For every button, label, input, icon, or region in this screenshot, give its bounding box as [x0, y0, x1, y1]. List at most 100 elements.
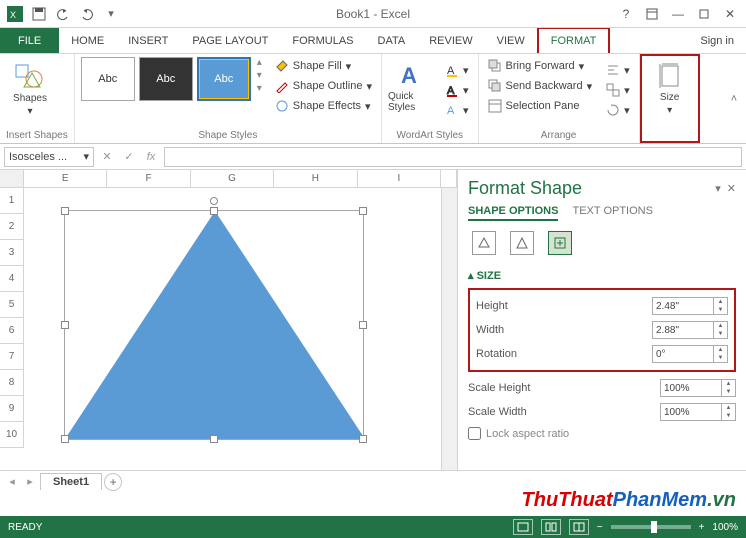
style-swatch-white[interactable]: Abc	[81, 57, 135, 101]
normal-view-button[interactable]	[513, 519, 533, 535]
tab-formulas[interactable]: FORMULAS	[280, 28, 365, 53]
rotation-input[interactable]: 0°▲▼	[652, 345, 728, 363]
tab-page-layout[interactable]: PAGE LAYOUT	[180, 28, 280, 53]
rotate-button[interactable]: ▾	[603, 101, 633, 119]
enter-formula-button[interactable]: ✓	[120, 148, 138, 166]
shapes-button[interactable]: Shapes ▾	[6, 57, 54, 117]
spin-up-icon[interactable]: ▲	[714, 298, 727, 306]
cell-grid[interactable]	[24, 188, 441, 470]
spin-up-icon[interactable]: ▲	[714, 346, 727, 354]
send-backward-button[interactable]: Send Backward▾	[485, 77, 596, 95]
text-outline-button[interactable]: A▾	[442, 81, 472, 99]
ribbon-options-button[interactable]	[642, 5, 662, 23]
collapse-ribbon-button[interactable]: ˄	[722, 54, 746, 143]
col-header[interactable]: I	[358, 170, 441, 188]
size-properties-icon[interactable]	[548, 231, 572, 255]
style-swatch-blue[interactable]: Abc	[197, 57, 251, 101]
spin-down-icon[interactable]: ▼	[722, 412, 735, 420]
sheet-nav-prev[interactable]: ◂	[4, 475, 20, 488]
gallery-down-icon[interactable]: ▾	[257, 70, 262, 81]
spin-up-icon[interactable]: ▲	[714, 322, 727, 330]
row-header[interactable]: 8	[0, 370, 24, 396]
scale-height-input[interactable]: 100%▲▼	[660, 379, 736, 397]
page-break-view-button[interactable]	[569, 519, 589, 535]
style-swatch-black[interactable]: Abc	[139, 57, 193, 101]
zoom-thumb[interactable]	[651, 521, 657, 533]
save-button[interactable]	[28, 3, 50, 25]
height-input[interactable]: 2.48"▲▼	[652, 297, 728, 315]
cancel-formula-button[interactable]: ✕	[98, 148, 116, 166]
zoom-slider[interactable]	[611, 525, 691, 529]
row-header[interactable]: 2	[0, 214, 24, 240]
resize-handle-nw[interactable]	[61, 207, 69, 215]
qat-dropdown-icon[interactable]: ▾	[100, 3, 122, 25]
zoom-level[interactable]: 100%	[712, 522, 738, 533]
resize-handle-w[interactable]	[61, 321, 69, 329]
col-header[interactable]: F	[107, 170, 190, 188]
row-header[interactable]: 7	[0, 344, 24, 370]
resize-handle-ne[interactable]	[359, 207, 367, 215]
panel-task-dropdown[interactable]: ▾	[715, 182, 721, 195]
rotation-handle[interactable]	[210, 197, 218, 205]
close-button[interactable]: ✕	[720, 5, 740, 23]
resize-handle-s[interactable]	[210, 435, 218, 443]
redo-button[interactable]	[76, 3, 98, 25]
resize-handle-sw[interactable]	[61, 435, 69, 443]
row-header[interactable]: 1	[0, 188, 24, 214]
text-fill-button[interactable]: A▾	[442, 61, 472, 79]
signin-link[interactable]: Sign in	[688, 28, 746, 53]
row-header[interactable]: 10	[0, 422, 24, 448]
tab-review[interactable]: REVIEW	[417, 28, 484, 53]
tab-data[interactable]: DATA	[366, 28, 418, 53]
fx-button[interactable]: fx	[142, 148, 160, 166]
lock-aspect-checkbox[interactable]	[468, 427, 481, 440]
gallery-more-icon[interactable]: ▾	[257, 83, 262, 94]
shape-fill-button[interactable]: Shape Fill▾	[272, 57, 375, 75]
add-sheet-button[interactable]: +	[104, 473, 122, 491]
help-button[interactable]: ?	[616, 5, 636, 23]
sheet-nav-next[interactable]: ▸	[22, 475, 38, 488]
triangle-shape[interactable]	[65, 211, 365, 439]
tab-view[interactable]: VIEW	[485, 28, 537, 53]
shape-effects-button[interactable]: Shape Effects▾	[272, 97, 375, 115]
page-layout-view-button[interactable]	[541, 519, 561, 535]
col-header[interactable]: G	[191, 170, 274, 188]
undo-button[interactable]	[52, 3, 74, 25]
selected-shape[interactable]	[64, 210, 364, 440]
resize-handle-e[interactable]	[359, 321, 367, 329]
tab-shape-options[interactable]: SHAPE OPTIONS	[468, 205, 558, 221]
tab-insert[interactable]: INSERT	[116, 28, 180, 53]
maximize-button[interactable]	[694, 5, 714, 23]
sheet-tab[interactable]: Sheet1	[40, 473, 102, 490]
text-effects-button[interactable]: A▾	[442, 101, 472, 119]
select-all-button[interactable]	[0, 170, 24, 188]
col-header[interactable]: E	[24, 170, 107, 188]
spin-down-icon[interactable]: ▼	[722, 388, 735, 396]
col-header[interactable]: H	[274, 170, 357, 188]
name-box[interactable]: Isosceles ...▾	[4, 147, 94, 167]
spin-down-icon[interactable]: ▼	[714, 330, 727, 338]
align-button[interactable]: ▾	[603, 61, 633, 79]
quick-styles-button[interactable]: A Quick Styles	[388, 57, 436, 113]
row-header[interactable]: 4	[0, 266, 24, 292]
gallery-up-icon[interactable]: ▴	[257, 57, 262, 68]
resize-handle-se[interactable]	[359, 435, 367, 443]
expand-icon[interactable]: ▴	[468, 270, 474, 282]
size-button[interactable]: Size ▾	[646, 58, 694, 116]
row-header[interactable]: 3	[0, 240, 24, 266]
vertical-scrollbar[interactable]	[441, 188, 457, 470]
zoom-out-button[interactable]: −	[597, 522, 603, 533]
tab-text-options[interactable]: TEXT OPTIONS	[572, 205, 652, 221]
effects-tab-icon[interactable]	[510, 231, 534, 255]
width-input[interactable]: 2.88"▲▼	[652, 321, 728, 339]
row-header[interactable]: 5	[0, 292, 24, 318]
selection-pane-button[interactable]: Selection Pane	[485, 97, 596, 115]
row-header[interactable]: 9	[0, 396, 24, 422]
row-header[interactable]: 6	[0, 318, 24, 344]
fill-line-icon[interactable]	[472, 231, 496, 255]
tab-format[interactable]: FORMAT	[537, 27, 611, 53]
spin-up-icon[interactable]: ▲	[722, 380, 735, 388]
zoom-in-button[interactable]: +	[699, 522, 705, 533]
tab-home[interactable]: HOME	[59, 28, 116, 53]
tab-file[interactable]: FILE	[0, 28, 59, 53]
